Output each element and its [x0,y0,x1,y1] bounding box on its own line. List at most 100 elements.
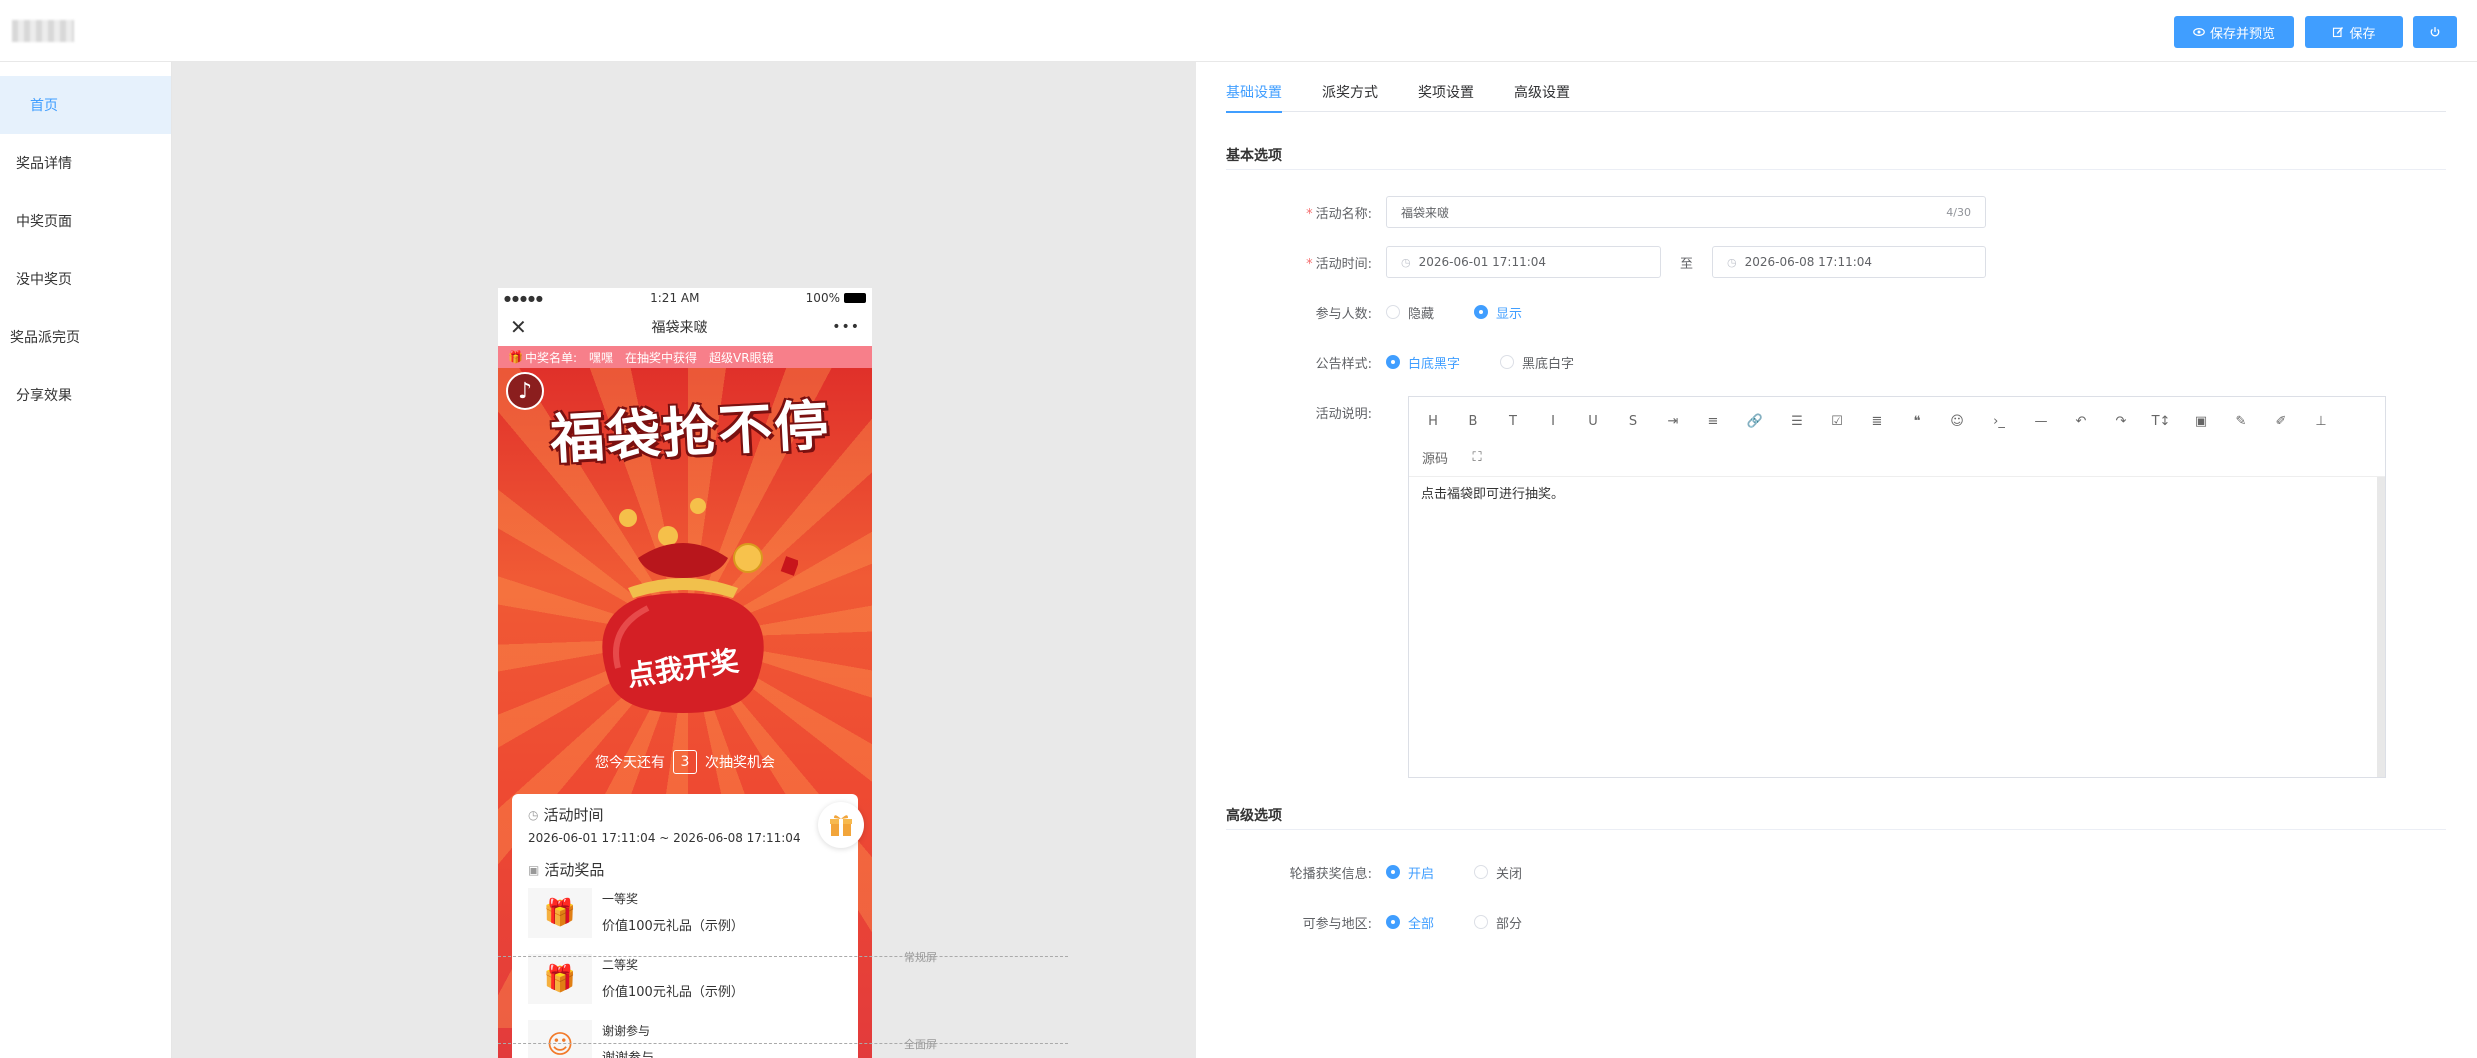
region-part-radio[interactable]: 部分 [1474,913,1522,932]
gift-box-icon[interactable] [818,802,864,848]
strikethrough-icon[interactable]: S [1613,403,1653,439]
close-icon[interactable]: ✕ [510,315,527,339]
save-button[interactable]: 保存 [2305,16,2403,48]
editor-content[interactable]: 点击福袋即可进行抽奖。 [1409,477,2385,508]
sidebar-item-label: 分享效果 [16,388,72,404]
prize-desc: 价值100元礼品（示例） [602,985,744,1000]
prize-name: 二等奖 [602,958,639,972]
normal-screen-guide [498,956,1068,957]
tab-prize-settings[interactable]: 奖项设置 [1418,72,1474,112]
sidebar-item-prize-out-page[interactable]: 奖品派完页 [0,308,171,366]
signal-icon: ●●●●● [504,293,544,303]
gift-outline-icon: ▣ [528,862,540,877]
indent-icon[interactable]: ⇥ [1653,403,1693,439]
image-icon[interactable]: ▣ [2181,403,2221,439]
redo-icon[interactable]: ↷ [2101,403,2141,439]
emoji-icon[interactable]: ☺ [1937,403,1977,439]
phone-status-bar: ●●●●● 1:21 AM 100% [498,288,872,308]
tab-advanced-settings[interactable]: 高级设置 [1514,72,1570,112]
power-icon [2430,27,2440,37]
save-and-preview-button[interactable]: 保存并预览 [2174,16,2294,48]
carousel-off-radio[interactable]: 关闭 [1474,863,1522,882]
top-header: 保存并预览 保存 [0,0,2477,62]
radio-dot [1474,865,1489,879]
highlight-icon[interactable]: ✎ [2221,403,2261,439]
region-row: 可参与地区: 全部 部分 [1226,905,2446,939]
start-time-value: 2026-06-01 17:11:04 [1418,255,1547,269]
activity-name-label-text: 活动名称: [1315,206,1372,222]
clock-icon: ◷ [1401,255,1411,269]
phone-page-title: 福袋来啵 [651,320,708,336]
edit-icon [2333,27,2344,38]
notice-white-radio[interactable]: 白底黑字 [1386,353,1460,372]
font-size-icon[interactable]: T↕ [2141,403,2181,439]
underline-icon[interactable]: U [1573,403,1613,439]
participants-hide-radio[interactable]: 隐藏 [1386,303,1434,322]
notice-black-radio[interactable]: 黑底白字 [1500,353,1574,372]
clock-icon: ◷ [1727,255,1737,269]
activity-time-label-text: 活动时间: [1315,256,1372,272]
source-icon[interactable]: ⛶ [1457,439,1497,475]
start-time-input[interactable]: ◷ 2026-06-01 17:11:04 [1386,246,1661,278]
activity-name-value: 福袋来啵 [1401,205,1450,220]
align-icon[interactable]: ≡ [1693,403,1733,439]
eye-icon [2193,28,2205,36]
sidebar-item-share[interactable]: 分享效果 [0,366,171,424]
sidebar-item-label: 奖品详情 [16,156,72,172]
brush-icon[interactable]: ⊥ [2301,403,2341,439]
radio-dot [1386,915,1400,929]
battery-icon [843,293,866,303]
sidebar-item-label: 首页 [30,98,58,114]
sidebar-item-lose-page[interactable]: 没中奖页 [0,250,171,308]
lucky-bag-image[interactable]: 点我开奖 [568,498,798,728]
participants-show-radio[interactable]: 显示 [1474,303,1522,322]
sidebar-item-win-page[interactable]: 中奖页面 [0,192,171,250]
radio-label: 隐藏 [1408,306,1435,322]
end-time-input[interactable]: ◷ 2026-06-08 17:11:04 [1712,246,1986,278]
editor-scrollbar[interactable] [2377,477,2385,777]
radio-label: 全部 [1408,916,1435,932]
bold-icon[interactable]: B [1453,403,1493,439]
power-button[interactable] [2413,16,2457,48]
more-icon[interactable]: ••• [832,319,860,335]
sidebar-item-home[interactable]: 首页 [0,76,171,134]
carousel-on-radio[interactable]: 开启 [1386,863,1434,882]
status-time: 1:21 AM [650,291,700,305]
divider-icon[interactable]: — [2021,403,2061,439]
prize-name: 一等奖 [602,892,639,906]
eraser-icon[interactable]: ✐ [2261,403,2301,439]
heading-icon[interactable]: H [1413,403,1453,439]
sidebar-item-label: 中奖页面 [16,214,72,230]
justify-icon[interactable]: ≣ [1857,403,1897,439]
chance-info: 您今天还有 3 次抽奖机会 [498,750,872,774]
activity-time-range: 2026-06-01 17:11:04 ~ 2026-06-08 17:11:0… [528,831,801,845]
prize-image: 🎁 [528,888,592,938]
normal-screen-label: 常规屏 [904,951,937,964]
activity-name-input[interactable]: 福袋来啵 4/30 [1386,196,1986,228]
tab-award-method[interactable]: 派奖方式 [1322,72,1378,112]
radio-dot [1474,915,1489,929]
save-label: 保存 [2349,25,2376,41]
radio-label: 黑底白字 [1522,356,1575,372]
unordered-list-icon[interactable]: ☰ [1777,403,1817,439]
list-item: 🎁 二等奖 价值100元礼品（示例） [528,954,842,1012]
region-all-radio[interactable]: 全部 [1386,913,1434,932]
list-item: ☺ 谢谢参与谢谢参与 [528,1020,842,1058]
italic-icon[interactable]: I [1533,403,1573,439]
activity-time-form-label: * 活动时间: [1306,256,1372,272]
link-icon[interactable]: 🔗 [1733,403,1777,439]
quote-icon[interactable]: ❝ [1897,403,1937,439]
save-and-preview-label: 保存并预览 [2209,25,2275,41]
tab-basic-settings[interactable]: 基础设置 [1226,72,1282,113]
activity-name-row: * 活动名称: 福袋来啵 4/30 [1226,195,2446,229]
undo-icon[interactable]: ↶ [2061,403,2101,439]
settings-tabs: 基础设置 派奖方式 奖项设置 高级设置 [1226,72,2446,113]
clear-format-icon[interactable]: T [1493,403,1533,439]
code-icon[interactable]: ›_ [1977,403,2021,439]
clock-icon: ◷ [528,807,539,822]
rich-text-editor[interactable]: H B T I U S ⇥ ≡ 🔗 ☰ ☑ ≣ ❝ ☺ ›_ — ↶ ↷ T↕ ▣ ✎ ✐ ⊥ 源码 ⛶ 点击福袋即可进行抽奖。 [1408,396,2386,778]
full-screen-label: 全面屏 [904,1038,937,1051]
sidebar-item-prize-detail[interactable]: 奖品详情 [0,134,171,192]
todo-icon[interactable]: ☑ [1817,403,1857,439]
strike-below-icon[interactable]: 源码 [1413,439,1457,475]
